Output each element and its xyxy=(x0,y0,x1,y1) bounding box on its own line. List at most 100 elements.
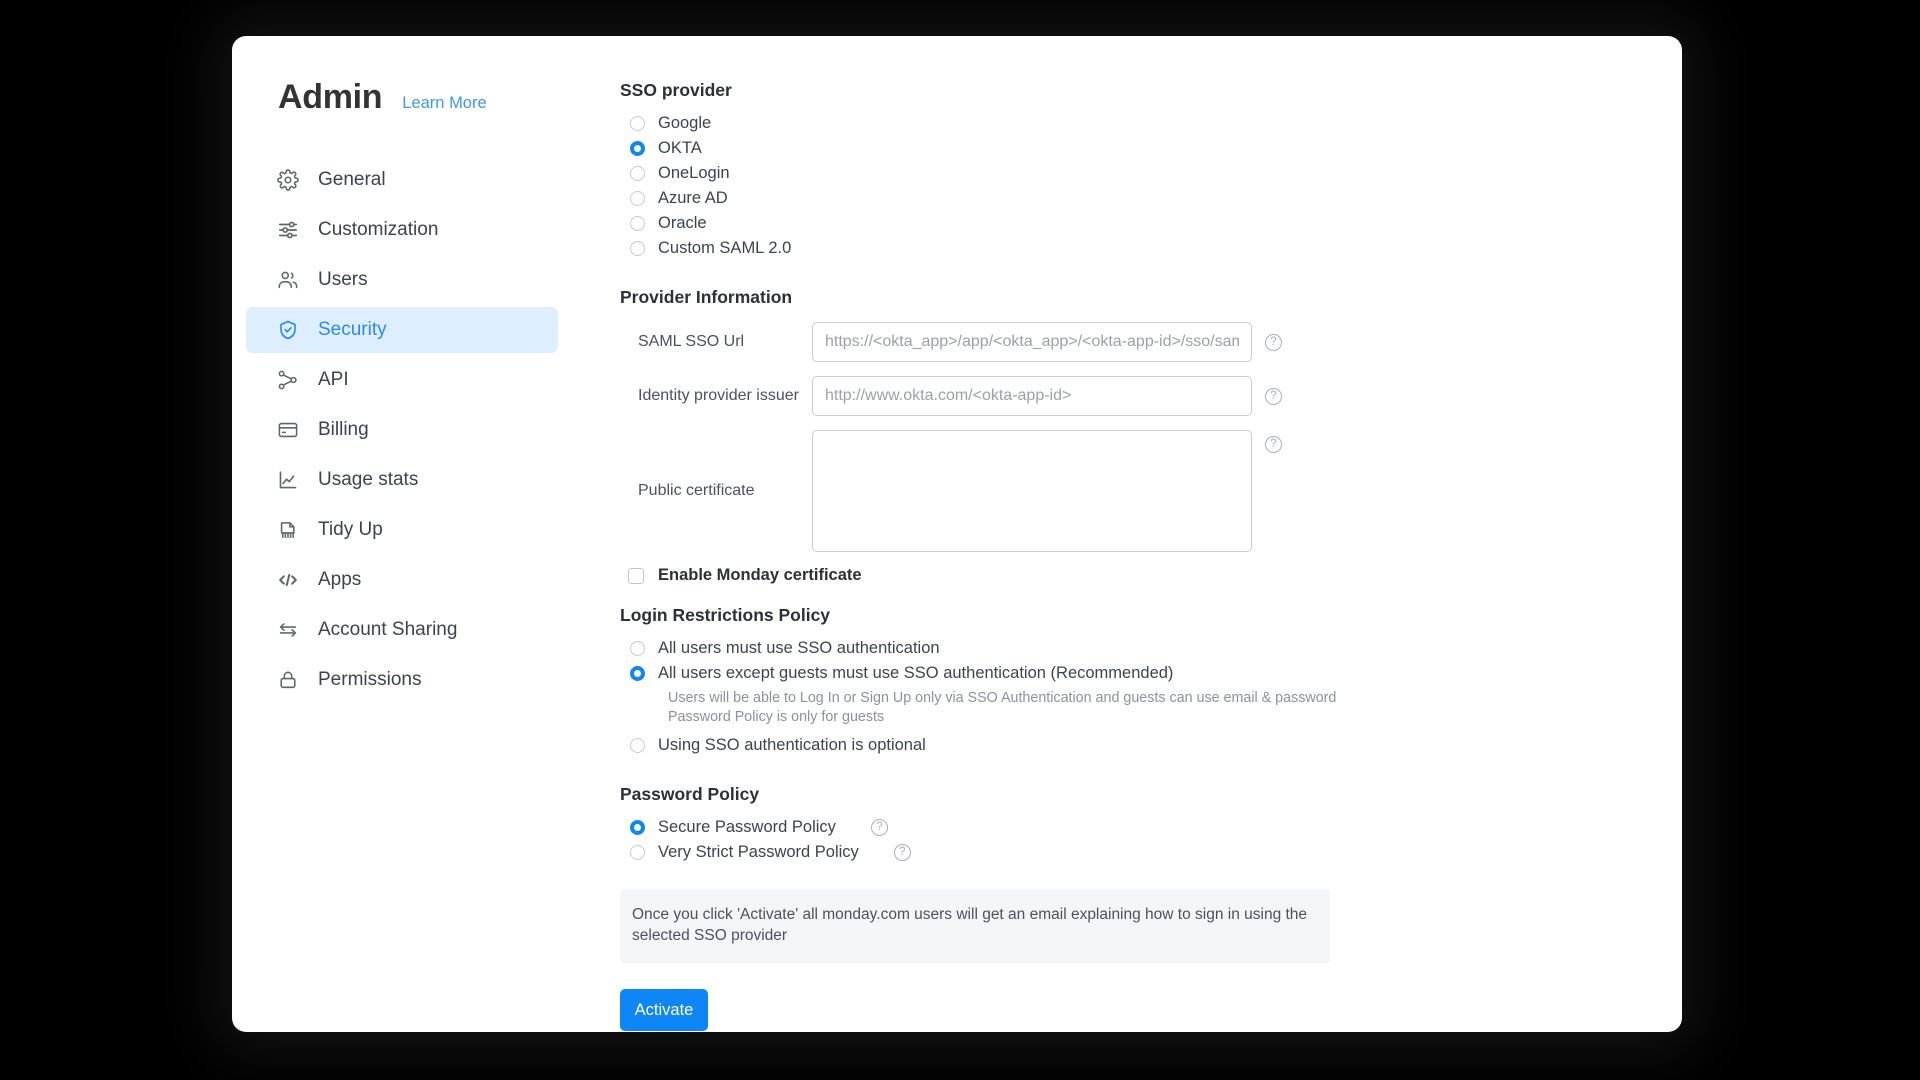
page-root: Admin Learn More General Customization U… xyxy=(0,0,1920,1080)
login-restriction-option-all-users[interactable]: All users must use SSO authentication xyxy=(630,636,1642,661)
sidebar-item-account-sharing[interactable]: Account Sharing xyxy=(246,607,558,653)
identity-provider-issuer-input[interactable] xyxy=(812,376,1252,416)
password-policy-heading: Password Policy xyxy=(620,784,760,804)
security-settings-content: SSO provider Google OKTA OneLogin Azure … xyxy=(572,36,1682,1032)
sso-option-onelogin[interactable]: OneLogin xyxy=(630,161,1642,186)
field-saml-sso-url: SAML SSO Url ? xyxy=(620,322,1642,362)
sso-option-oracle[interactable]: Oracle xyxy=(630,211,1642,236)
sidebar-item-label: Apps xyxy=(318,569,362,590)
sidebar-item-label: General xyxy=(318,169,386,190)
radio-label: Azure AD xyxy=(658,189,728,207)
provider-information-heading: Provider Information xyxy=(620,287,793,307)
checkbox-label: Enable Monday certificate xyxy=(658,566,862,584)
sidebar-nav: General Customization Users Security API… xyxy=(232,157,572,703)
radio-indicator xyxy=(630,820,645,835)
password-policy-option-secure[interactable]: Secure Password Policy ? xyxy=(630,815,1642,840)
help-icon[interactable]: ? xyxy=(1265,333,1282,351)
radio-indicator xyxy=(630,166,645,181)
login-restriction-option-except-guests[interactable]: All users except guests must use SSO aut… xyxy=(630,661,1642,686)
sidebar-item-label: API xyxy=(318,369,349,390)
radio-indicator xyxy=(630,191,645,206)
activate-button[interactable]: Activate xyxy=(620,989,708,1031)
activate-info-banner: Once you click 'Activate' all monday.com… xyxy=(620,889,1330,963)
sliders-icon xyxy=(276,218,300,242)
checkbox-indicator xyxy=(628,567,644,584)
sidebar-item-label: Customization xyxy=(318,219,439,240)
shield-check-icon xyxy=(276,318,300,342)
help-icon[interactable]: ? xyxy=(870,819,888,836)
radio-label: Using SSO authentication is optional xyxy=(658,736,926,754)
enable-monday-certificate-checkbox[interactable]: Enable Monday certificate xyxy=(628,566,1642,585)
public-certificate-textarea[interactable] xyxy=(812,430,1252,552)
radio-label: Google xyxy=(658,114,712,132)
sidebar: Admin Learn More General Customization U… xyxy=(232,36,572,1032)
sidebar-item-label: Tidy Up xyxy=(318,519,383,540)
radio-label: All users must use SSO authentication xyxy=(658,639,940,657)
radio-label: Secure Password Policy xyxy=(658,818,836,836)
field-public-certificate: Public certificate ? xyxy=(620,430,1642,552)
radio-indicator xyxy=(630,738,645,753)
sidebar-item-users[interactable]: Users xyxy=(246,257,558,303)
sidebar-item-security[interactable]: Security xyxy=(246,307,558,353)
sso-provider-heading: SSO provider xyxy=(620,80,732,100)
sidebar-item-usage-stats[interactable]: Usage stats xyxy=(246,457,558,503)
nodes-icon xyxy=(276,368,300,392)
login-restrictions-helper-text: Users will be able to Log In or Sign Up … xyxy=(668,689,1368,727)
sidebar-item-general[interactable]: General xyxy=(246,157,558,203)
password-policy-option-very-strict[interactable]: Very Strict Password Policy ? xyxy=(630,840,1642,865)
sidebar-item-customization[interactable]: Customization xyxy=(246,207,558,253)
sso-option-google[interactable]: Google xyxy=(630,111,1642,136)
field-identity-provider-issuer: Identity provider issuer ? xyxy=(620,376,1642,416)
radio-label: Custom SAML 2.0 xyxy=(658,239,792,257)
sidebar-item-billing[interactable]: Billing xyxy=(246,407,558,453)
field-label: SAML SSO Url xyxy=(638,333,745,350)
login-restrictions-heading: Login Restrictions Policy xyxy=(620,605,831,625)
sidebar-header: Admin Learn More xyxy=(232,66,572,117)
radio-label: All users except guests must use SSO aut… xyxy=(658,664,1174,682)
helper-line-1: Users will be able to Log In or Sign Up … xyxy=(668,690,1337,706)
login-restrictions-radio-group: All users must use SSO authentication Al… xyxy=(630,636,1642,758)
helper-line-2: Password Policy is only for guests xyxy=(668,709,885,725)
field-label: Identity provider issuer xyxy=(638,387,799,404)
help-icon[interactable]: ? xyxy=(893,844,911,861)
login-restriction-option-optional[interactable]: Using SSO authentication is optional xyxy=(630,733,1642,758)
sso-option-okta[interactable]: OKTA xyxy=(630,136,1642,161)
sidebar-item-label: Security xyxy=(318,319,387,340)
broom-icon xyxy=(276,518,300,542)
sidebar-item-label: Billing xyxy=(318,419,369,440)
radio-indicator xyxy=(630,116,645,131)
radio-indicator xyxy=(630,845,645,860)
help-icon[interactable]: ? xyxy=(1265,436,1282,453)
sidebar-item-label: Users xyxy=(318,269,368,290)
sidebar-item-tidy-up[interactable]: Tidy Up xyxy=(246,507,558,553)
page-title: Admin xyxy=(278,78,383,116)
radio-label: Very Strict Password Policy xyxy=(658,843,859,861)
sidebar-item-api[interactable]: API xyxy=(246,357,558,403)
users-icon xyxy=(276,268,300,292)
sso-option-azure-ad[interactable]: Azure AD xyxy=(630,186,1642,211)
radio-label: OKTA xyxy=(658,139,702,157)
radio-indicator xyxy=(630,641,645,656)
learn-more-link[interactable]: Learn More xyxy=(402,94,486,113)
lock-icon xyxy=(276,668,300,692)
sso-provider-radio-group: Google OKTA OneLogin Azure AD Oracle Cus… xyxy=(630,111,1642,261)
sidebar-item-permissions[interactable]: Permissions xyxy=(246,657,558,703)
radio-indicator xyxy=(630,141,645,156)
radio-indicator xyxy=(630,241,645,256)
radio-label: OneLogin xyxy=(658,164,730,182)
saml-sso-url-input[interactable] xyxy=(812,322,1252,362)
code-icon xyxy=(276,568,300,592)
sidebar-item-label: Usage stats xyxy=(318,469,419,490)
sso-option-custom-saml[interactable]: Custom SAML 2.0 xyxy=(630,236,1642,261)
sidebar-item-label: Account Sharing xyxy=(318,619,458,640)
chart-line-icon xyxy=(276,468,300,492)
help-icon[interactable]: ? xyxy=(1265,387,1282,405)
gear-icon xyxy=(276,168,300,192)
credit-card-icon xyxy=(276,418,300,442)
admin-settings-card: Admin Learn More General Customization U… xyxy=(232,36,1682,1032)
arrows-swap-icon xyxy=(276,618,300,642)
field-label: Public certificate xyxy=(638,482,755,499)
radio-indicator xyxy=(630,666,645,681)
sidebar-item-apps[interactable]: Apps xyxy=(246,557,558,603)
sidebar-item-label: Permissions xyxy=(318,669,422,690)
